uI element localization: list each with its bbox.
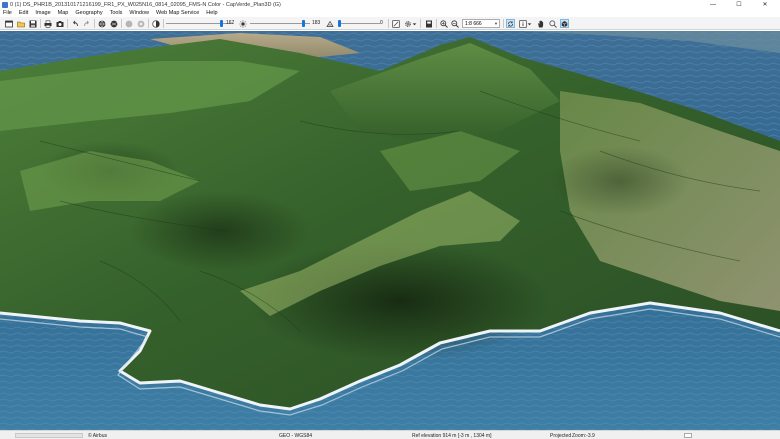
open-icon[interactable] [16, 19, 25, 28]
projection-label: Projected [550, 432, 572, 439]
zoom-in-icon[interactable] [439, 19, 448, 28]
toolbar-separator [436, 19, 437, 28]
menu-window[interactable]: Window [129, 10, 149, 16]
tilt-slider[interactable] [338, 19, 380, 28]
chevron-down-icon[interactable] [527, 19, 532, 28]
contrast-icon[interactable] [151, 19, 160, 28]
toolbar-separator [420, 19, 421, 28]
toolbar-separator [40, 19, 41, 28]
progress-bar [15, 433, 83, 438]
scale-value: 1:8 666 [465, 20, 482, 27]
slider-thumb[interactable] [338, 20, 341, 27]
close-button[interactable]: ✕ [752, 0, 778, 9]
minimize-button[interactable]: — [700, 0, 726, 9]
slider-thumb[interactable] [219, 20, 223, 27]
print-icon[interactable] [43, 19, 52, 28]
slider-track [338, 23, 380, 24]
slider-track [166, 23, 234, 24]
toolbar-separator [503, 19, 504, 28]
toolbar: 167 183 0 1:8 666 ▼ [0, 17, 780, 30]
sun-icon[interactable] [238, 19, 247, 28]
menu-web-map-service[interactable]: Web Map Service [156, 10, 199, 16]
toolbar-separator [67, 19, 68, 28]
lighting-value: 183 [312, 20, 321, 26]
title-bar: 0 (1) DS_PHR1B_201310171216199_FR1_PX_W0… [0, 0, 780, 9]
redo-icon[interactable] [82, 19, 91, 28]
new-icon[interactable] [4, 19, 13, 28]
save-icon[interactable] [28, 19, 37, 28]
maximize-button[interactable]: ☐ [726, 0, 752, 9]
toolbar-separator [388, 19, 389, 28]
lighting-slider[interactable] [250, 19, 310, 28]
hand-icon[interactable] [536, 19, 545, 28]
globe-icon[interactable] [97, 19, 106, 28]
valley-shadow [130, 191, 310, 271]
sphere2-icon[interactable] [136, 19, 145, 28]
menu-bar: File Edit Image Map Geography Tools Wind… [0, 9, 780, 17]
settings-icon[interactable] [403, 19, 412, 28]
undo-icon[interactable] [70, 19, 79, 28]
tilt-value: 0 [380, 20, 383, 26]
toolbar-separator [163, 19, 164, 28]
scale-select[interactable]: 1:8 666 ▼ [462, 19, 500, 28]
elevation-slider[interactable] [166, 19, 234, 28]
copyright-label: © Airbus [88, 432, 107, 439]
menu-tools[interactable]: Tools [110, 10, 123, 16]
layout-icon[interactable] [391, 19, 400, 28]
crs-label: GEO - WGS84 [279, 432, 313, 439]
elevation-value: 167 [226, 20, 235, 26]
slider-track [250, 23, 310, 24]
tilt-icon[interactable] [325, 19, 334, 28]
valley-shadow [550, 146, 690, 216]
map-3d-viewport[interactable] [0, 31, 780, 430]
app-icon [2, 1, 8, 8]
toolbar-separator [121, 19, 122, 28]
zoom-out-icon[interactable] [450, 19, 459, 28]
sphere-icon[interactable] [124, 19, 133, 28]
toolbar-separator [94, 19, 95, 28]
chevron-down-icon[interactable] [412, 19, 417, 28]
sync-icon[interactable] [506, 19, 515, 28]
camera-icon[interactable] [55, 19, 64, 28]
menu-file[interactable]: File [3, 10, 12, 16]
zoom-label: Zoom:-3.9 [572, 432, 595, 439]
chevron-down-icon: ▼ [494, 21, 498, 26]
cube-icon[interactable] [560, 19, 569, 28]
status-bar: © Airbus GEO - WGS84 Ref elevation 914 m… [0, 430, 780, 439]
menu-map[interactable]: Map [58, 10, 69, 16]
page-icon[interactable] [424, 19, 433, 28]
slider-thumb[interactable] [302, 20, 306, 27]
window-title: 0 (1) DS_PHR1B_201310171216199_FR1_PX_W0… [10, 1, 281, 8]
terrain-view [0, 31, 780, 430]
search-icon[interactable] [548, 19, 557, 28]
menu-edit[interactable]: Edit [19, 10, 28, 16]
menu-image[interactable]: Image [35, 10, 50, 16]
toolbar-separator [148, 19, 149, 28]
elevation-label: Ref elevation 914 m [-3 m , 1304 m] [412, 432, 492, 439]
info-icon[interactable] [518, 19, 527, 28]
menu-help[interactable]: Help [206, 10, 217, 16]
overview-toggle[interactable] [684, 433, 692, 438]
globe2-icon[interactable] [109, 19, 118, 28]
menu-geography[interactable]: Geography [75, 10, 102, 16]
